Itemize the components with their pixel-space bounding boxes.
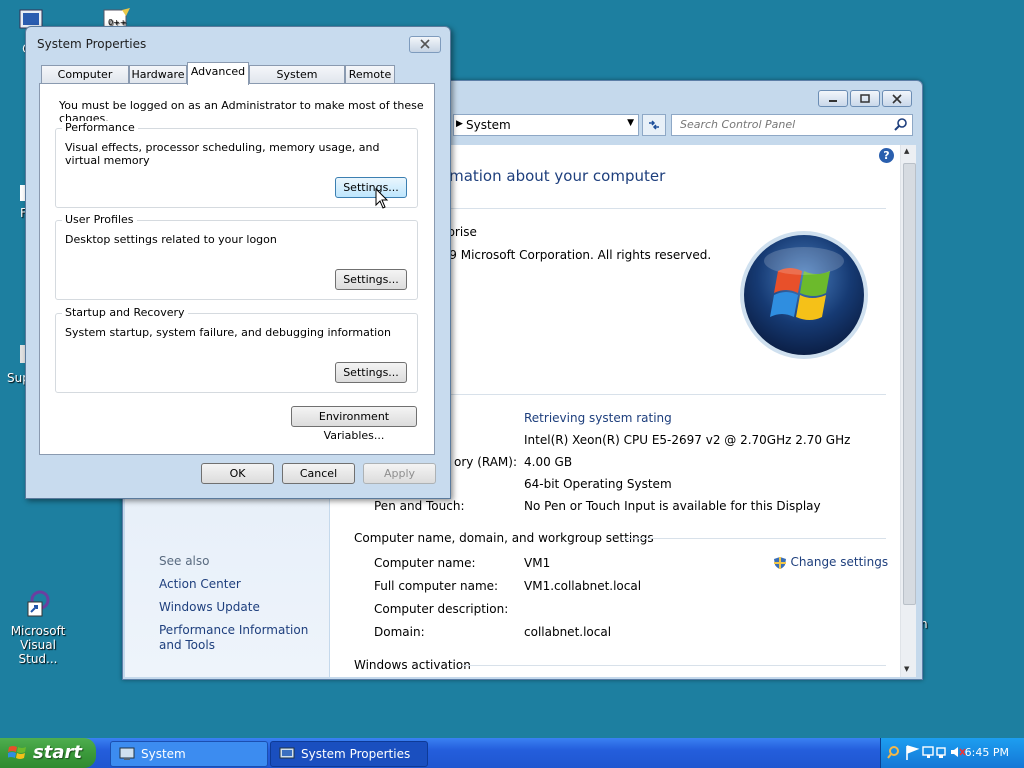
help-icon[interactable]: ? [879, 148, 894, 163]
user-profiles-group: User Profiles Desktop settings related t… [55, 213, 418, 300]
description-label: Computer description: [374, 602, 509, 616]
chevron-down-icon[interactable]: ▼ [627, 118, 634, 128]
search-input[interactable]: Search Control Panel [680, 118, 795, 131]
cancel-button[interactable]: Cancel [282, 463, 355, 484]
domain-label: Domain: [374, 625, 425, 639]
full-name-value: VM1.collabnet.local [524, 579, 642, 593]
activation-divider [462, 665, 886, 666]
copyright-text: 009 Microsoft Corporation. All rights re… [434, 248, 712, 262]
dialog-tab-panel: You must be logged on as an Administrato… [39, 83, 435, 455]
change-settings-label: Change settings [790, 555, 889, 569]
flag-tray-icon[interactable] [906, 745, 920, 760]
maximize-icon [860, 93, 870, 103]
pen-touch-value: No Pen or Touch Input is available for t… [524, 499, 821, 513]
desktop-icon-visual-studio[interactable]: Microsoft Visual Stud... [2, 590, 74, 666]
pen-touch-label: Pen and Touch: [374, 499, 465, 513]
link-action-center[interactable]: Action Center [159, 577, 241, 591]
taskbar: start System System Properties 6:45 PM [0, 738, 1024, 768]
rating-divider [434, 394, 886, 395]
close-button[interactable] [882, 90, 912, 107]
computer-name-label: Computer name: [374, 556, 476, 570]
link-performance-info[interactable]: Performance Information and Tools [159, 623, 329, 653]
window-caption-buttons [818, 90, 912, 107]
visual-studio-icon [22, 590, 54, 622]
user-profiles-description: Desktop settings related to your logon [65, 233, 277, 246]
startup-recovery-settings-button[interactable]: Settings... [335, 362, 407, 383]
full-name-label: Full computer name: [374, 579, 499, 593]
dialog-close-button[interactable] [409, 36, 441, 53]
activation-section-heading: Windows activation [354, 658, 475, 672]
volume-muted-icon[interactable] [951, 747, 966, 757]
maximize-button[interactable] [850, 90, 880, 107]
environment-variables-button[interactable]: Environment Variables... [291, 406, 417, 442]
close-icon [892, 93, 902, 104]
system-window-icon [119, 747, 135, 760]
tray-icons [887, 745, 966, 760]
performance-group: Performance Visual effects, processor sc… [55, 121, 418, 208]
search-icon[interactable] [894, 117, 908, 131]
tab-advanced[interactable]: Advanced [187, 62, 249, 85]
scroll-down-icon[interactable]: ▼ [904, 665, 909, 673]
domain-value: collabnet.local [524, 625, 612, 639]
search-box[interactable]: Search Control Panel [671, 114, 913, 136]
search-tray-icon[interactable] [887, 746, 899, 759]
system-rating-link[interactable]: Retrieving system rating [524, 411, 672, 425]
refresh-icon [649, 120, 659, 130]
start-button[interactable]: start [0, 738, 96, 768]
performance-settings-button[interactable]: Settings... [335, 177, 407, 198]
system-type-value: 64-bit Operating System [524, 477, 672, 491]
section-divider [624, 538, 886, 539]
system-tray: 6:45 PM [880, 738, 1024, 768]
start-label: start [33, 742, 82, 763]
tab-hardware[interactable]: Hardware [129, 65, 187, 84]
taskbar-item-label: System [141, 747, 186, 761]
clock[interactable]: 6:45 PM [965, 746, 1009, 759]
mouse-cursor-icon [375, 188, 389, 209]
apply-button[interactable]: Apply [363, 463, 436, 484]
tab-remote[interactable]: Remote [345, 65, 395, 84]
startup-recovery-legend: Startup and Recovery [62, 306, 188, 319]
performance-legend: Performance [62, 121, 138, 134]
windows-flag-icon [8, 746, 26, 759]
shield-icon [774, 557, 786, 569]
minimize-icon [829, 99, 837, 102]
vertical-scrollbar[interactable]: ▲ ▼ [900, 145, 916, 677]
ok-button[interactable]: OK [201, 463, 274, 484]
taskbar-item-system[interactable]: System [110, 741, 268, 767]
minimize-button[interactable] [818, 90, 848, 107]
see-also-heading: See also [159, 554, 210, 568]
computer-name-value: VM1 [524, 556, 551, 570]
taskbar-item-label: System Properties [301, 747, 411, 761]
startup-recovery-description: System startup, system failure, and debu… [65, 326, 391, 339]
tab-computer-name[interactable]: Computer Name [41, 65, 129, 99]
windows-logo [740, 231, 868, 359]
user-profiles-legend: User Profiles [62, 213, 137, 226]
heading-divider [434, 208, 886, 209]
ram-label: ory (RAM): [454, 455, 518, 469]
ram-value: 4.00 GB [524, 455, 573, 469]
address-bar[interactable]: ▶ System ▼ [453, 114, 639, 136]
taskbar-item-system-properties[interactable]: System Properties [270, 741, 428, 767]
dialog-title: System Properties [37, 37, 147, 51]
performance-description: Visual effects, processor scheduling, me… [65, 141, 380, 167]
startup-recovery-group: Startup and Recovery System startup, sys… [55, 306, 418, 393]
network-tray-icon[interactable] [936, 747, 946, 758]
desktop-icon-label: Microsoft Visual Stud... [10, 624, 66, 666]
scroll-up-icon[interactable]: ▲ [904, 147, 909, 155]
link-windows-update[interactable]: Windows Update [159, 600, 260, 614]
user-profiles-settings-button[interactable]: Settings... [335, 269, 407, 290]
processor-value: Intel(R) Xeon(R) CPU E5-2697 v2 @ 2.70GH… [524, 433, 851, 447]
change-settings-link[interactable]: Change settings [773, 555, 888, 570]
computer-name-section-heading: Computer name, domain, and workgroup set… [354, 531, 658, 545]
address-path: System [466, 118, 511, 132]
tab-system-protection[interactable]: System Protection [249, 65, 345, 99]
system-properties-dialog: System Properties Computer Name Hardware… [25, 26, 451, 499]
system-properties-icon [279, 747, 295, 759]
close-icon [420, 39, 430, 49]
page-heading: ormation about your computer [434, 167, 666, 185]
monitor-tray-icon[interactable] [922, 746, 934, 758]
scrollbar-thumb[interactable] [903, 163, 916, 605]
refresh-button[interactable] [642, 114, 666, 136]
chevron-right-icon: ▶ [456, 119, 463, 129]
